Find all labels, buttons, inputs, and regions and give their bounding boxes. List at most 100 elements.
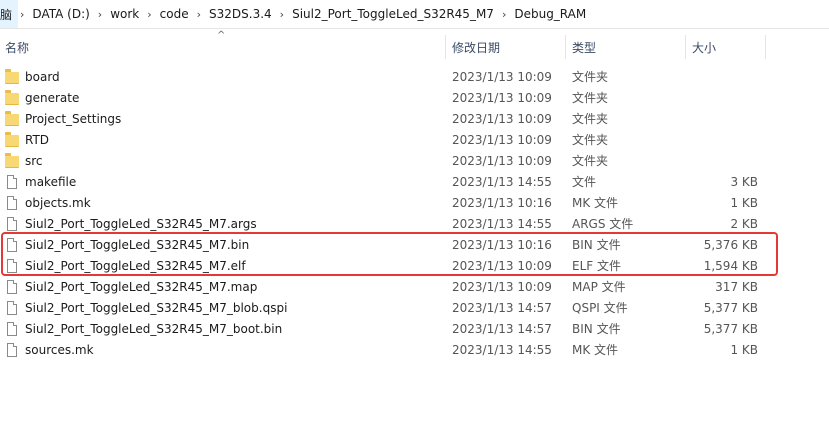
- breadcrumb-debug-ram[interactable]: Debug_RAM: [508, 0, 592, 28]
- file-size: 1 KB: [730, 195, 758, 210]
- breadcrumb-s32ds[interactable]: S32DS.3.4: [203, 0, 278, 28]
- folder-icon: [5, 108, 19, 129]
- file-size: [692, 129, 758, 150]
- file-size: 1,594 KB: [703, 258, 758, 273]
- file-icon: [5, 276, 19, 297]
- file-name: Siul2_Port_ToggleLed_S32R45_M7.bin: [25, 237, 250, 252]
- list-item[interactable]: Siul2_Port_ToggleLed_S32R45_M7.bin 2023/…: [0, 234, 829, 255]
- file-icon: [5, 297, 19, 318]
- file-type: 文件夹: [572, 133, 609, 147]
- file-type: 文件夹: [572, 70, 609, 84]
- column-divider[interactable]: [685, 35, 686, 59]
- list-item[interactable]: Siul2_Port_ToggleLed_S32R45_M7.args 2023…: [0, 213, 829, 234]
- file-name: RTD: [25, 132, 50, 147]
- file-size: [692, 108, 758, 129]
- chevron-right-icon[interactable]: ›: [145, 8, 153, 21]
- file-list: board 2023/1/13 10:09 文件夹 generate 2023/…: [0, 66, 829, 360]
- list-item[interactable]: generate 2023/1/13 10:09 文件夹: [0, 87, 829, 108]
- file-date: 2023/1/13 10:16: [452, 237, 552, 252]
- file-date: 2023/1/13 10:09: [452, 69, 552, 84]
- list-item[interactable]: Siul2_Port_ToggleLed_S32R45_M7_blob.qspi…: [0, 297, 829, 318]
- file-name: sources.mk: [25, 342, 94, 357]
- column-header-name[interactable]: 名称: [5, 33, 29, 61]
- file-date: 2023/1/13 10:09: [452, 111, 552, 126]
- file-size: [692, 150, 758, 171]
- list-item[interactable]: objects.mk 2023/1/13 10:16 MK 文件 1 KB: [0, 192, 829, 213]
- column-divider[interactable]: [445, 35, 446, 59]
- folder-icon: [5, 87, 19, 108]
- file-type: BIN 文件: [572, 238, 621, 252]
- file-name: Project_Settings: [25, 111, 122, 126]
- file-name: board: [25, 69, 60, 84]
- file-type: ELF 文件: [572, 259, 621, 273]
- column-header-size[interactable]: 大小: [692, 33, 716, 61]
- file-icon: [5, 234, 19, 255]
- file-icon: [5, 192, 19, 213]
- file-date: 2023/1/13 10:09: [452, 258, 552, 273]
- column-header-type[interactable]: 类型: [572, 33, 596, 61]
- file-date: 2023/1/13 10:09: [452, 132, 552, 147]
- file-date: 2023/1/13 10:09: [452, 279, 552, 294]
- list-item[interactable]: Project_Settings 2023/1/13 10:09 文件夹: [0, 108, 829, 129]
- folder-icon: [5, 129, 19, 150]
- file-name: Siul2_Port_ToggleLed_S32R45_M7.elf: [25, 258, 246, 273]
- file-date: 2023/1/13 10:09: [452, 90, 552, 105]
- file-name: Siul2_Port_ToggleLed_S32R45_M7_blob.qspi: [25, 300, 288, 315]
- file-type: 文件夹: [572, 154, 609, 168]
- file-name: Siul2_Port_ToggleLed_S32R45_M7_boot.bin: [25, 321, 283, 336]
- file-size: 3 KB: [730, 174, 758, 189]
- file-type: MAP 文件: [572, 280, 626, 294]
- file-date: 2023/1/13 10:09: [452, 153, 552, 168]
- file-type: ARGS 文件: [572, 217, 634, 231]
- file-type: 文件夹: [572, 112, 609, 126]
- file-name: Siul2_Port_ToggleLed_S32R45_M7.args: [25, 216, 257, 231]
- file-date: 2023/1/13 10:16: [452, 195, 552, 210]
- file-date: 2023/1/13 14:57: [452, 321, 552, 336]
- file-name: makefile: [25, 174, 77, 189]
- breadcrumb-this-pc[interactable]: 脑: [0, 0, 19, 28]
- file-size: 5,377 KB: [703, 321, 758, 336]
- file-date: 2023/1/13 14:57: [452, 300, 552, 315]
- chevron-right-icon[interactable]: ›: [195, 8, 203, 21]
- list-item[interactable]: Siul2_Port_ToggleLed_S32R45_M7.map 2023/…: [0, 276, 829, 297]
- breadcrumb-project[interactable]: Siul2_Port_ToggleLed_S32R45_M7: [286, 0, 500, 28]
- file-type: 文件: [572, 175, 597, 189]
- file-size: 1 KB: [730, 342, 758, 357]
- chevron-right-icon[interactable]: ›: [500, 8, 508, 21]
- file-name: Siul2_Port_ToggleLed_S32R45_M7.map: [25, 279, 258, 294]
- chevron-right-icon[interactable]: ›: [278, 8, 286, 21]
- file-icon: [5, 171, 19, 192]
- file-size: [692, 87, 758, 108]
- breadcrumb-work[interactable]: work: [104, 0, 145, 28]
- chevron-right-icon[interactable]: ›: [96, 8, 104, 21]
- file-type: 文件夹: [572, 91, 609, 105]
- breadcrumb-data-drive[interactable]: DATA (D:): [26, 0, 95, 28]
- file-type: BIN 文件: [572, 322, 621, 336]
- file-size: 2 KB: [730, 216, 758, 231]
- file-name: objects.mk: [25, 195, 91, 210]
- file-size: 5,377 KB: [703, 300, 758, 315]
- file-type: QSPI 文件: [572, 301, 628, 315]
- file-type: MK 文件: [572, 343, 619, 357]
- file-size: 5,376 KB: [703, 237, 758, 252]
- chevron-right-icon[interactable]: ›: [18, 8, 26, 21]
- sort-ascending-icon: ^: [217, 30, 226, 41]
- list-item[interactable]: Siul2_Port_ToggleLed_S32R45_M7.elf 2023/…: [0, 255, 829, 276]
- breadcrumb-code[interactable]: code: [154, 0, 195, 28]
- list-item[interactable]: RTD 2023/1/13 10:09 文件夹: [0, 129, 829, 150]
- list-item[interactable]: makefile 2023/1/13 14:55 文件 3 KB: [0, 171, 829, 192]
- address-bar[interactable]: 脑 › DATA (D:) › work › code › S32DS.3.4 …: [0, 0, 829, 29]
- column-header-date[interactable]: 修改日期: [452, 33, 500, 61]
- list-item[interactable]: sources.mk 2023/1/13 14:55 MK 文件 1 KB: [0, 339, 829, 360]
- list-item[interactable]: Siul2_Port_ToggleLed_S32R45_M7_boot.bin …: [0, 318, 829, 339]
- list-item[interactable]: src 2023/1/13 10:09 文件夹: [0, 150, 829, 171]
- column-divider[interactable]: [565, 35, 566, 59]
- file-date: 2023/1/13 14:55: [452, 216, 552, 231]
- file-icon: [5, 318, 19, 339]
- column-divider[interactable]: [765, 35, 766, 59]
- file-name: src: [25, 153, 43, 168]
- file-icon: [5, 255, 19, 276]
- file-name: generate: [25, 90, 80, 105]
- file-date: 2023/1/13 14:55: [452, 342, 552, 357]
- list-item[interactable]: board 2023/1/13 10:09 文件夹: [0, 66, 829, 87]
